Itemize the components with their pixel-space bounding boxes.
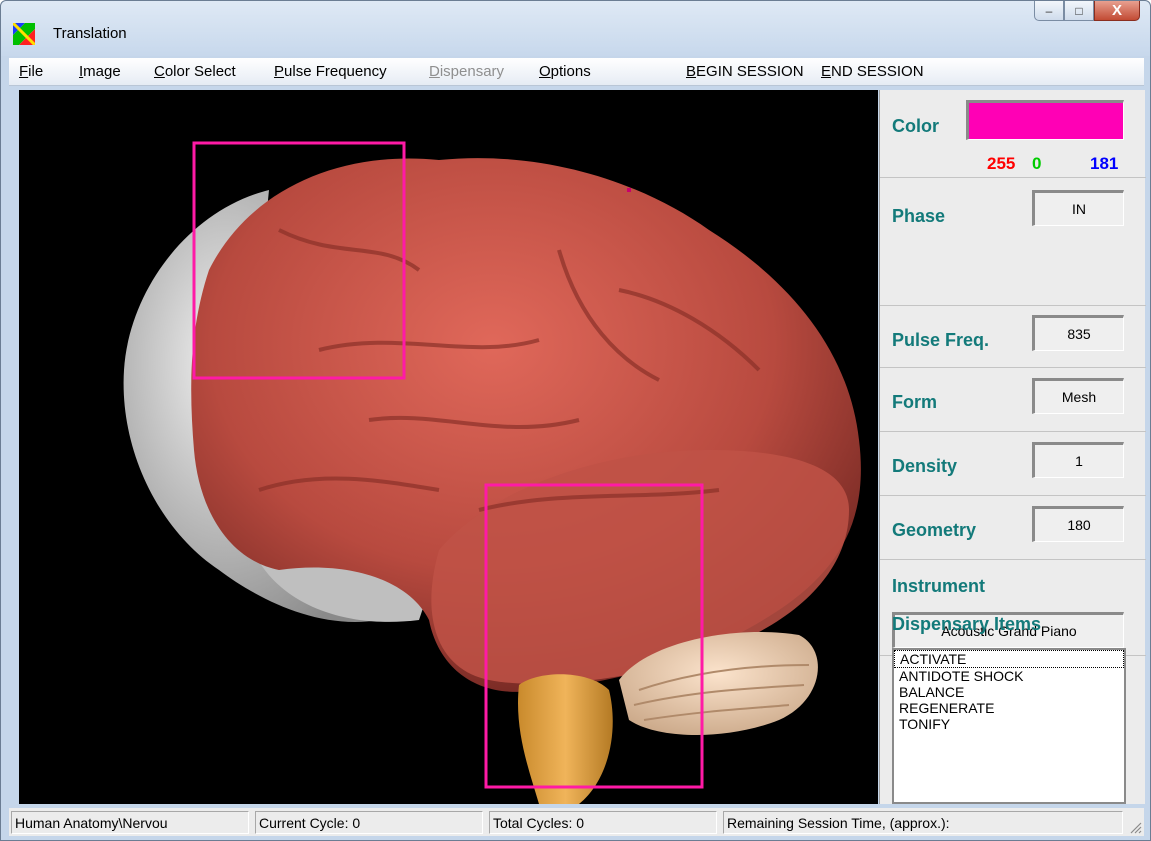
geometry-section: Geometry 180: [880, 496, 1146, 560]
menu-image-label: mage: [83, 63, 121, 80]
instrument-label: Instrument: [892, 576, 986, 596]
list-item[interactable]: BALANCE: [894, 684, 1124, 700]
form-section: Form Mesh: [880, 368, 1146, 432]
properties-panel: Color 255 0 181 Phase IN Pulse Freq. 835…: [879, 90, 1146, 804]
menu-dispensary-label: ispensary: [439, 63, 505, 80]
menu-options[interactable]: Options: [539, 63, 591, 80]
color-blue-value: 181: [1090, 154, 1119, 173]
menu-file-mnemonic: F: [19, 63, 29, 80]
list-item[interactable]: ACTIVATE: [894, 650, 1124, 668]
status-total-cycles: Total Cycles: 0: [489, 811, 717, 834]
menu-begin-session[interactable]: BEGIN SESSION: [686, 63, 804, 80]
menu-color-select[interactable]: Color Select: [154, 63, 236, 80]
menu-image[interactable]: Image: [79, 63, 121, 80]
pulse-freq-field[interactable]: 835: [1032, 315, 1124, 351]
density-field[interactable]: 1: [1032, 442, 1124, 478]
menu-dispensary-mnemonic: D: [429, 63, 440, 80]
application-window: Translation – □ X File Image Color Selec…: [0, 0, 1151, 841]
pulse-freq-label: Pulse Freq.: [892, 330, 990, 350]
status-current-cycle: Current Cycle: 0: [255, 811, 483, 834]
color-label: Color: [892, 116, 939, 136]
geometry-field[interactable]: 180: [1032, 506, 1124, 542]
geometry-label: Geometry: [892, 520, 977, 540]
brain-model-image: [123, 141, 861, 804]
color-red-value: 255: [987, 154, 1016, 173]
menu-pulse-frequency-mnemonic: P: [274, 63, 285, 80]
menu-file-label: ile: [28, 63, 44, 80]
form-field[interactable]: Mesh: [1032, 378, 1124, 414]
close-icon: X: [1111, 2, 1122, 19]
menu-begin-session-label: EGIN SESSION: [696, 63, 804, 80]
menu-pulse-frequency[interactable]: Pulse Frequency: [274, 63, 387, 80]
maximize-icon: □: [1075, 3, 1083, 18]
menu-file[interactable]: File: [19, 63, 43, 80]
minimize-icon: –: [1045, 3, 1053, 18]
menu-begin-session-mnemonic: B: [686, 63, 697, 80]
title-bar[interactable]: Translation – □ X: [1, 1, 1150, 56]
dispensary-items-list[interactable]: ACTIVATE ANTIDOTE SHOCK BALANCE REGENERA…: [892, 648, 1126, 804]
app-icon: [13, 23, 35, 45]
menu-end-session-label: ND SESSION: [831, 63, 924, 80]
menu-pulse-frequency-label: ulse Frequency: [284, 63, 387, 80]
color-green-value: 0: [1032, 154, 1042, 173]
phase-field[interactable]: IN: [1032, 190, 1124, 226]
menu-bar: File Image Color Select Pulse Frequency …: [9, 58, 1144, 86]
instrument-section: Instrument Acoustic Grand Piano: [880, 560, 1146, 656]
status-remaining-time: Remaining Session Time, (approx.):: [723, 811, 1123, 834]
close-button[interactable]: X: [1094, 1, 1140, 21]
form-label: Form: [892, 392, 937, 412]
status-path: Human Anatomy\Nervou: [11, 811, 249, 834]
pulse-freq-section: Pulse Freq. 835: [880, 306, 1146, 368]
color-section: Color 255 0 181: [880, 90, 1146, 178]
resize-grip-icon[interactable]: [1128, 820, 1142, 834]
menu-options-label: ptions: [550, 63, 591, 80]
density-section: Density 1: [880, 432, 1146, 496]
menu-dispensary[interactable]: Dispensary: [429, 63, 504, 80]
color-swatch[interactable]: [966, 100, 1124, 140]
minimize-button[interactable]: –: [1034, 1, 1064, 21]
menu-end-session[interactable]: END SESSION: [821, 63, 924, 80]
phase-section: Phase IN: [880, 178, 1146, 306]
menu-color-select-mnemonic: C: [154, 63, 165, 80]
3d-viewport[interactable]: [19, 90, 878, 804]
menu-color-select-label: olor Select: [164, 63, 236, 80]
density-label: Density: [892, 456, 958, 476]
menu-end-session-mnemonic: E: [821, 63, 832, 80]
maximize-button[interactable]: □: [1064, 1, 1094, 21]
phase-label: Phase: [892, 206, 946, 226]
list-item[interactable]: REGENERATE: [894, 700, 1124, 716]
marker-dot: [627, 188, 631, 192]
dispensary-items-label: Dispensary Items: [892, 614, 1042, 634]
list-item[interactable]: TONIFY: [894, 716, 1124, 732]
list-item[interactable]: ANTIDOTE SHOCK: [894, 668, 1124, 684]
menu-options-mnemonic: O: [539, 63, 551, 80]
brainstem-shape: [518, 674, 613, 804]
status-bar: Human Anatomy\Nervou Current Cycle: 0 To…: [9, 808, 1144, 836]
window-title: Translation: [53, 25, 127, 42]
